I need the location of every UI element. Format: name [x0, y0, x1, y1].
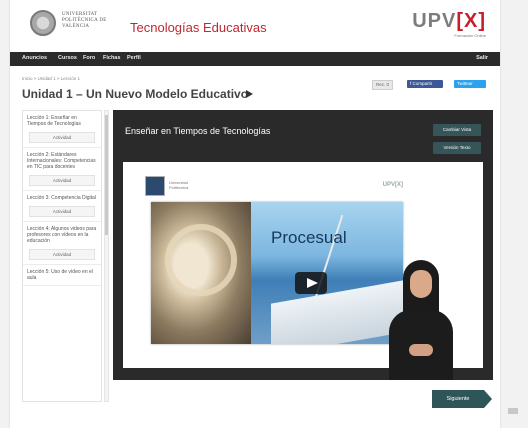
- page: Universitat Politècnica de València Tecn…: [10, 0, 500, 428]
- facebook-share-button[interactable]: f Compartir: [407, 80, 443, 88]
- nav-item-anuncios[interactable]: Anuncios: [22, 55, 47, 61]
- next-button[interactable]: Siguiente: [432, 390, 484, 408]
- university-badge-icon: [145, 176, 165, 196]
- activity-button[interactable]: Actividad: [29, 175, 95, 186]
- lesson-title[interactable]: Lección 2: Estándares Internacionales: C…: [27, 152, 97, 170]
- recommend-button[interactable]: Rec. 0: [372, 80, 394, 90]
- lesson-title[interactable]: Lección 4: Algunos videos para profesore…: [27, 226, 97, 244]
- sidebar-lesson[interactable]: Lección 1: Enseñar en Tiempos de Tecnolo…: [23, 111, 101, 148]
- play-icon[interactable]: [295, 272, 327, 294]
- lesson-title[interactable]: Lección 1: Enseñar en Tiempos de Tecnolo…: [27, 115, 97, 127]
- logout-link[interactable]: Salir: [476, 55, 488, 61]
- sidebar-lesson[interactable]: Lección 5: Uso de vídeo en el aula: [23, 265, 101, 286]
- change-view-button[interactable]: Cambiar Vista: [433, 124, 481, 136]
- title-arrow-icon[interactable]: [246, 90, 253, 98]
- breadcrumb[interactable]: Inicio > Unidad 1 > Lección 1: [22, 76, 80, 81]
- sidebar-lesson[interactable]: Lección 2: Estándares Internacionales: C…: [23, 148, 101, 191]
- twitter-share-button[interactable]: Twittear: [454, 80, 486, 88]
- sidebar-lesson[interactable]: Lección 4: Algunos videos para profesore…: [23, 222, 101, 265]
- activity-button[interactable]: Actividad: [29, 132, 95, 143]
- university-name: Universitat Politècnica de València: [62, 12, 107, 29]
- lesson-sidebar: Lección 1: Enseñar en Tiempos de Tecnolo…: [22, 110, 102, 402]
- slide-logo: UPV[X]: [382, 182, 403, 188]
- lesson-title[interactable]: Lección 3: Competencia Digital: [27, 195, 97, 201]
- brand-logo-suffix: [X]: [456, 10, 486, 32]
- rope-image: [151, 202, 251, 344]
- activity-button[interactable]: Actividad: [29, 206, 95, 217]
- scrollbar-thumb[interactable]: [105, 115, 108, 235]
- site-header: Universitat Politècnica de València Tecn…: [10, 0, 500, 44]
- slide-photo: Procesual: [151, 202, 403, 344]
- site-title[interactable]: Tecnologías Educativas: [130, 20, 267, 35]
- sidebar-lesson[interactable]: Lección 3: Competencia Digital Actividad: [23, 191, 101, 222]
- main-nav: Anuncios Cursos Foro Fichas Perfil Salir: [10, 52, 500, 66]
- nav-item-perfil[interactable]: Perfil: [127, 55, 141, 61]
- brand-subtitle: Formación Online: [454, 33, 486, 38]
- brand-logo-prefix: UPV: [412, 10, 457, 32]
- nav-item-cursos[interactable]: Cursos: [58, 55, 77, 61]
- slide-word: Procesual: [271, 228, 347, 247]
- page-title: Unidad 1 – Un Nuevo Modelo Educativo: [22, 87, 249, 101]
- nav-item-fichas[interactable]: Fichas: [103, 55, 120, 61]
- text-version-button[interactable]: Versión Texto: [433, 142, 481, 154]
- lesson-title[interactable]: Lección 5: Uso de vídeo en el aula: [27, 269, 97, 281]
- next-arrow-icon[interactable]: [484, 390, 492, 408]
- corner-icon: [508, 408, 518, 414]
- university-seal-icon: [30, 10, 56, 36]
- presenter-figure: [381, 260, 461, 380]
- brand-logo[interactable]: UPV[X] Formación Online: [412, 10, 486, 38]
- activity-button[interactable]: Actividad: [29, 249, 95, 260]
- video-panel: Enseñar en Tiempos de Tecnologías Cambia…: [113, 110, 493, 380]
- nav-item-foro[interactable]: Foro: [83, 55, 95, 61]
- sidebar-scrollbar[interactable]: [104, 110, 109, 402]
- video-title: Enseñar en Tiempos de Tecnologías: [125, 126, 271, 136]
- slide-badge-text: Universitat Politècnica: [169, 180, 189, 190]
